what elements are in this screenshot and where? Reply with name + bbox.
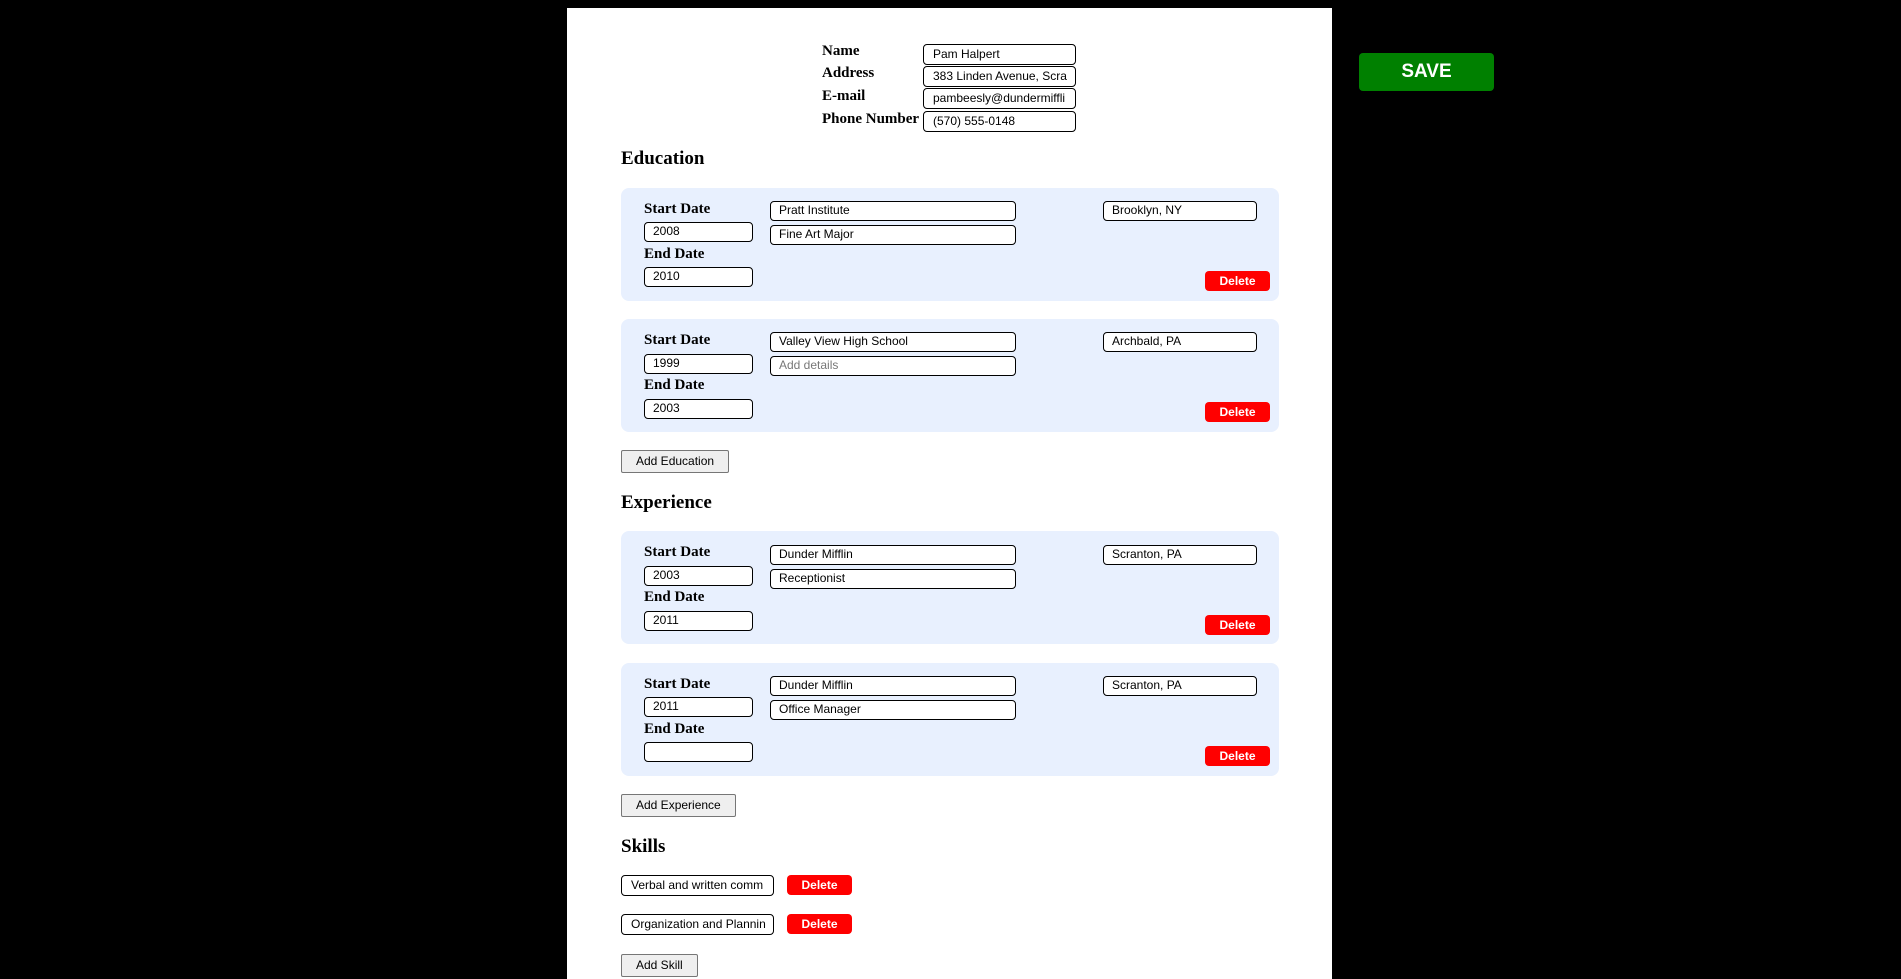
phone-label: Phone Number [822, 111, 920, 127]
skills-heading: Skills [621, 836, 666, 857]
delete-button[interactable]: Delete [1205, 402, 1270, 422]
start-date-label: Start Date [644, 332, 711, 348]
experience-heading: Experience [621, 492, 712, 513]
add-experience-button[interactable]: Add Experience [621, 794, 736, 817]
location-input[interactable]: Brooklyn, NY [1103, 201, 1257, 221]
end-date-input[interactable] [644, 742, 753, 762]
start-date-label: Start Date [644, 201, 711, 217]
email-label: E-mail [822, 88, 866, 104]
end-date-input[interactable]: 2011 [644, 611, 753, 631]
add-education-button[interactable]: Add Education [621, 450, 730, 473]
start-date-input[interactable]: 2011 [644, 697, 753, 717]
end-date-label: End Date [644, 721, 705, 737]
school-input[interactable]: Valley View High School [770, 332, 1016, 352]
phone-input[interactable]: (570) 555-0148 [923, 111, 1076, 132]
end-date-label: End Date [644, 377, 705, 393]
email-input[interactable]: pambeesly@dundermiffli [923, 88, 1076, 109]
end-date-input[interactable]: 2003 [644, 399, 753, 419]
location-input[interactable]: Archbald, PA [1103, 332, 1257, 352]
skill-input[interactable]: Verbal and written comm [621, 875, 774, 896]
company-input[interactable]: Dunder Mifflin [770, 676, 1016, 696]
location-input[interactable]: Scranton, PA [1103, 676, 1257, 696]
start-date-label: Start Date [644, 544, 711, 560]
end-date-input[interactable]: 2010 [644, 267, 753, 287]
company-input[interactable]: Dunder Mifflin [770, 545, 1016, 565]
name-input[interactable]: Pam Halpert [923, 44, 1076, 65]
experience-card: Start Date 2003 End Date 2011 Dunder Mif… [621, 531, 1279, 644]
start-date-input[interactable]: 2008 [644, 222, 753, 242]
school-input[interactable]: Pratt Institute [770, 201, 1016, 221]
experience-card: Start Date 2011 End Date Dunder Mifflin … [621, 663, 1279, 776]
start-date-input[interactable]: 2003 [644, 566, 753, 586]
education-card: Start Date 1999 End Date 2003 Valley Vie… [621, 319, 1279, 432]
address-label: Address [822, 65, 875, 81]
role-input[interactable]: Office Manager [770, 700, 1016, 720]
delete-button[interactable]: Delete [787, 914, 852, 934]
start-date-label: Start Date [644, 676, 711, 692]
start-date-input[interactable]: 1999 [644, 354, 753, 374]
delete-button[interactable]: Delete [787, 875, 852, 895]
education-heading: Education [621, 148, 705, 169]
delete-button[interactable]: Delete [1205, 271, 1270, 291]
delete-button[interactable]: Delete [1205, 746, 1270, 766]
location-input[interactable]: Scranton, PA [1103, 545, 1257, 565]
details-input[interactable]: Add details [770, 356, 1016, 376]
resume-page: Name Pam Halpert Address 383 Linden Aven… [567, 8, 1332, 979]
education-card: Start Date 2008 End Date 2010 Pratt Inst… [621, 188, 1279, 301]
details-input[interactable]: Fine Art Major [770, 225, 1016, 245]
skill-input[interactable]: Organization and Plannin [621, 914, 774, 935]
end-date-label: End Date [644, 246, 705, 262]
delete-button[interactable]: Delete [1205, 615, 1270, 635]
role-input[interactable]: Receptionist [770, 569, 1016, 589]
end-date-label: End Date [644, 589, 705, 605]
address-input[interactable]: 383 Linden Avenue, Scra [923, 66, 1076, 87]
name-label: Name [822, 43, 860, 59]
save-button[interactable]: SAVE [1359, 53, 1494, 91]
add-skill-button[interactable]: Add Skill [621, 954, 698, 977]
